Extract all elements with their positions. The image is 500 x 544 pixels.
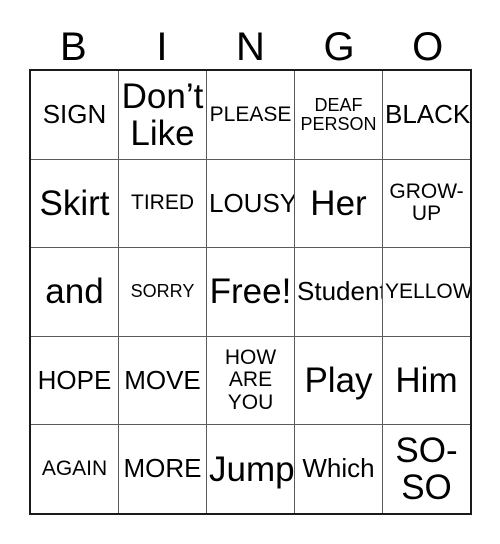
bingo-cell-label: Play bbox=[304, 361, 373, 401]
bingo-cell[interactable]: Skirt bbox=[31, 159, 119, 248]
bingo-cell-label: BLACK bbox=[385, 99, 470, 130]
bingo-row: AGAIN MORE Jump Which SO- SO bbox=[31, 425, 470, 513]
bingo-cell[interactable]: YELLOW bbox=[383, 248, 470, 336]
bingo-row: SIGN Don’t Like PLEASE DEAF PERSON BLACK bbox=[31, 71, 470, 160]
bingo-cell[interactable]: Play bbox=[295, 336, 383, 425]
bingo-header-letter-b: B bbox=[29, 22, 118, 69]
bingo-cell[interactable]: Which bbox=[295, 425, 383, 513]
bingo-cell-label: GROW- UP bbox=[389, 180, 464, 226]
bingo-cell-label: AGAIN bbox=[41, 457, 108, 481]
bingo-cell[interactable]: MOVE bbox=[119, 336, 207, 425]
header-letter-text: O bbox=[412, 25, 444, 69]
bingo-cell[interactable]: DEAF PERSON bbox=[295, 71, 383, 159]
bingo-cell-label: DEAF PERSON bbox=[300, 94, 377, 134]
bingo-cell[interactable]: SORRY bbox=[119, 248, 207, 336]
bingo-cell[interactable]: SO- SO bbox=[383, 425, 470, 513]
bingo-cell[interactable]: Her bbox=[295, 159, 383, 248]
bingo-cell-label: Don’t Like bbox=[121, 76, 204, 153]
bingo-cell-label: Her bbox=[310, 183, 367, 223]
bingo-cell[interactable]: MORE bbox=[119, 425, 207, 513]
bingo-cell-label: SIGN bbox=[42, 99, 107, 130]
bingo-cell[interactable]: TIRED bbox=[119, 159, 207, 248]
bingo-grid: SIGN Don’t Like PLEASE DEAF PERSON BLACK… bbox=[29, 69, 472, 515]
bingo-header-letter-o: O bbox=[383, 22, 472, 69]
bingo-cell-label: PLEASE bbox=[209, 102, 292, 126]
header-letter-text: G bbox=[323, 25, 355, 69]
bingo-header-row: B I N G O bbox=[29, 22, 472, 69]
bingo-cell-label: TIRED bbox=[131, 191, 194, 215]
bingo-cell[interactable]: PLEASE bbox=[207, 71, 295, 159]
bingo-cell[interactable]: AGAIN bbox=[31, 425, 119, 513]
bingo-cell[interactable]: Don’t Like bbox=[119, 71, 207, 159]
bingo-cell-label: MOVE bbox=[124, 364, 201, 395]
bingo-cell-label: YELLOW bbox=[385, 279, 470, 303]
bingo-cell-label: and bbox=[45, 272, 104, 312]
bingo-cell[interactable]: HOPE bbox=[31, 336, 119, 425]
bingo-header-letter-g: G bbox=[295, 22, 384, 69]
bingo-cell[interactable]: SIGN bbox=[31, 71, 119, 159]
header-letter-text: N bbox=[236, 25, 265, 69]
bingo-cell[interactable]: Jump bbox=[207, 425, 295, 513]
bingo-cell-label: MORE bbox=[123, 453, 202, 484]
bingo-cell-label: Student bbox=[297, 276, 383, 307]
bingo-row: and SORRY Free! Student YELLOW bbox=[31, 248, 470, 337]
bingo-cell-label: Him bbox=[395, 361, 458, 401]
header-letter-text: B bbox=[59, 25, 87, 69]
bingo-row: Skirt TIRED LOUSY Her GROW- UP bbox=[31, 159, 470, 249]
bingo-cell[interactable]: GROW- UP bbox=[383, 159, 470, 248]
bingo-cell-label: SO- SO bbox=[395, 431, 458, 508]
bingo-cell-label: SORRY bbox=[130, 281, 195, 302]
bingo-header-letter-i: I bbox=[118, 22, 207, 69]
bingo-cell-label: HOPE bbox=[37, 364, 112, 395]
bingo-cell-label: LOUSY bbox=[209, 187, 295, 218]
bingo-header-letter-n: N bbox=[206, 22, 295, 69]
bingo-cell-label: Jump bbox=[209, 449, 295, 489]
bingo-cell-label: Free! bbox=[209, 272, 292, 312]
bingo-cell-label: HOW ARE YOU bbox=[224, 346, 277, 414]
bingo-card: B I N G O SIGN Don’t Like PLEASE DEAF PE… bbox=[0, 0, 500, 544]
bingo-cell-label: Skirt bbox=[39, 183, 110, 223]
bingo-cell[interactable]: BLACK bbox=[383, 71, 470, 159]
header-letter-text: I bbox=[156, 25, 168, 69]
bingo-cell-free[interactable]: Free! bbox=[207, 248, 295, 336]
bingo-cell-label: Which bbox=[302, 453, 375, 484]
bingo-cell[interactable]: Him bbox=[383, 336, 470, 425]
bingo-row: HOPE MOVE HOW ARE YOU Play Him bbox=[31, 336, 470, 426]
bingo-cell[interactable]: and bbox=[31, 248, 119, 336]
bingo-cell[interactable]: LOUSY bbox=[207, 159, 295, 248]
bingo-cell[interactable]: Student bbox=[295, 248, 383, 336]
bingo-cell[interactable]: HOW ARE YOU bbox=[207, 336, 295, 425]
